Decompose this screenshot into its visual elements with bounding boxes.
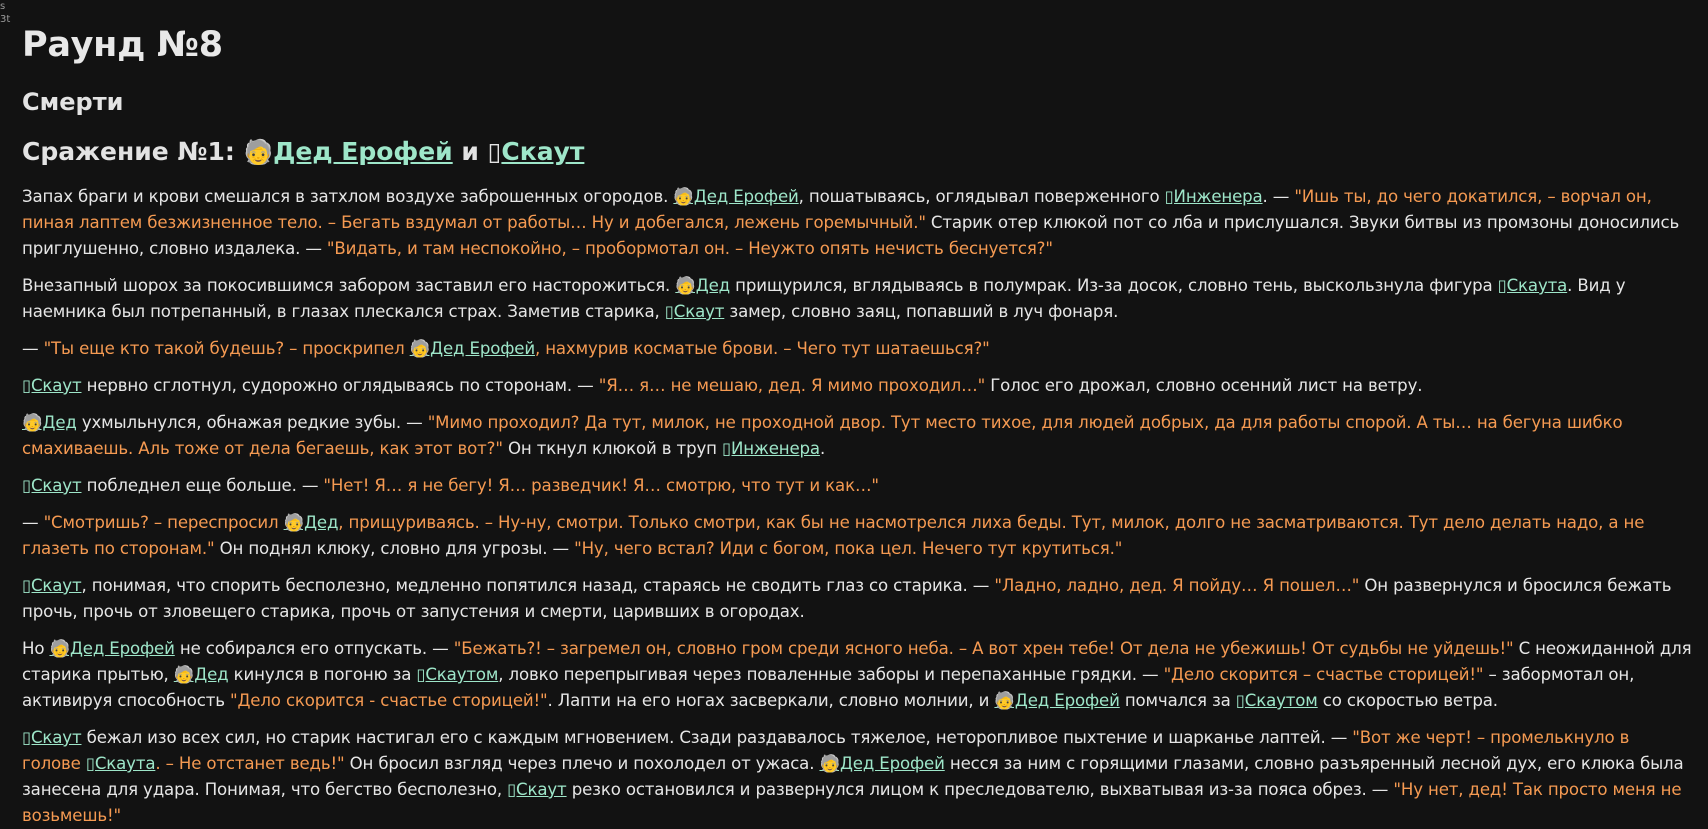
character-link[interactable]: ▯Скаута [1498, 276, 1568, 295]
missing-glyph-icon: ▯ [487, 137, 502, 166]
dialogue-quote: "Дело скорится – счастье сторицей!" [1163, 665, 1484, 684]
narration-text: кинулся в погоню за [228, 665, 417, 684]
character-link[interactable]: 🧓Дед [22, 413, 77, 432]
section-title: Смерти [22, 88, 124, 116]
narration-text: не собирался его отпускать. — [174, 639, 454, 658]
narration-text: со скоростью ветра. [1317, 691, 1498, 710]
corner-line-1: s [0, 1, 6, 12]
dialogue-quote: "Ладно, ладно, дед. Я пойду… Я пошел…" [994, 576, 1360, 595]
character-link[interactable]: ▯Скаут [665, 302, 725, 321]
character-link[interactable]: 🧓Дед [284, 513, 339, 532]
story-paragraph: ▯Скаут бежал изо всех сил, но старик нас… [22, 725, 1692, 829]
narration-text: — [22, 339, 44, 358]
battle-conjunction: и [452, 137, 488, 166]
narration-text: резко остановился и развернулся лицом к … [566, 780, 1394, 799]
story-paragraph: — "Смотришь? – переспросил 🧓Дед, прищури… [22, 510, 1692, 562]
character-link[interactable]: 🧓Дед Ерофей [994, 691, 1119, 710]
narration-text: Внезапный шорох за покосившимся забором … [22, 276, 676, 295]
character-link[interactable]: ▯Скаут [22, 376, 82, 395]
battle-prefix: Сражение №1: [22, 137, 244, 166]
dialogue-quote: "Ну, чего встал? Иди с богом, пока цел. … [574, 539, 1123, 558]
story-content: Раунд №8 Смерти Сражение №1: 🧓Дед Ерофей… [0, 0, 1692, 829]
round-title: Раунд №8 [22, 25, 223, 65]
story-paragraph: — "Ты еще кто такой будешь? – проскрипел… [22, 336, 1692, 362]
narration-text: замер, словно заяц, попавший в луч фонар… [724, 302, 1119, 321]
story-paragraph: Но 🧓Дед Ерофей не собирался его отпускат… [22, 636, 1692, 714]
narration-text: Он бросил взгляд через плечо и похолодел… [344, 754, 820, 773]
narration-text: . [819, 439, 826, 458]
dialogue-quote: "Дело скорится - счастье сторицей!" [230, 691, 548, 710]
dialogue-quote: "Ты еще кто такой будешь? – проскрипел [43, 339, 410, 358]
character-link[interactable]: ▯Скаут [22, 728, 82, 747]
narration-text: Запах браги и крови смешался в затхлом в… [22, 187, 674, 206]
narration-text: ухмыльнулся, обнажая редкие зубы. — [76, 413, 428, 432]
character-link[interactable]: ▯Скаута [86, 754, 156, 773]
story-paragraphs: Запах браги и крови смешался в затхлом в… [22, 184, 1692, 829]
character-link[interactable]: ▯Инженера [722, 439, 820, 458]
narration-text: , пошатываясь, оглядывал поверженного [798, 187, 1165, 206]
battle-title: Сражение №1: 🧓Дед Ерофей и ▯Скаут [22, 134, 1692, 170]
narration-text: — [22, 513, 44, 532]
corner-text: s 3t [0, 0, 10, 26]
narration-text: Он поднял клюку, словно для угрозы. — [214, 539, 575, 558]
narration-text: нервно сглотнул, судорожно оглядываясь п… [81, 376, 599, 395]
story-paragraph: ▯Скаут, понимая, что спорить бесполезно,… [22, 573, 1692, 625]
narration-text: бежал изо всех сил, но старик настигал е… [81, 728, 1353, 747]
story-paragraph: ▯Скаут нервно сглотнул, судорожно огляды… [22, 373, 1692, 399]
story-paragraph: Внезапный шорох за покосившимся забором … [22, 273, 1692, 325]
narration-text: Но [22, 639, 50, 658]
fighter-link-scout[interactable]: Скаут [501, 137, 584, 166]
dialogue-quote: "Бежать?! – загремел он, словно гром сре… [453, 639, 1514, 658]
character-link[interactable]: ▯Скаут [507, 780, 567, 799]
corner-line-2: 3t [0, 14, 11, 25]
narration-text: помчался за [1119, 691, 1236, 710]
character-link[interactable]: 🧓Дед Ерофей [49, 639, 174, 658]
character-link[interactable]: ▯Скаутом [1236, 691, 1318, 710]
narration-text: Он ткнул клюкой в труп [502, 439, 722, 458]
dialogue-quote: , нахмурив косматые брови. – Чего тут ша… [534, 339, 990, 358]
character-link[interactable]: 🧓Дед [174, 665, 229, 684]
dialogue-quote: "Видать, и там неспокойно, – пробормотал… [326, 239, 1053, 258]
narration-text: . — [1262, 187, 1295, 206]
old-man-icon: 🧓 [243, 138, 274, 166]
character-link[interactable]: ▯Инженера [1165, 187, 1263, 206]
narration-text: , ловко перепрыгивая через поваленные за… [498, 665, 1164, 684]
dialogue-quote: "Я… я… не мешаю, дед. Я мимо проходил…" [598, 376, 986, 395]
story-paragraph: ▯Скаут побледнел еще больше. — "Нет! Я… … [22, 473, 1692, 499]
character-link[interactable]: 🧓Дед Ерофей [410, 339, 535, 358]
story-paragraph: Запах браги и крови смешался в затхлом в… [22, 184, 1692, 262]
character-link[interactable]: ▯Скаут [22, 476, 82, 495]
character-link[interactable]: 🧓Дед [675, 276, 730, 295]
narration-text: прищурился, вглядываясь в полумрак. Из-з… [730, 276, 1498, 295]
fighter-link-ded-erofey[interactable]: Дед Ерофей [273, 137, 453, 166]
dialogue-quote: "Смотришь? – переспросил [43, 513, 284, 532]
character-link[interactable]: ▯Скаутом [416, 665, 498, 684]
narration-text: побледнел еще больше. — [81, 476, 324, 495]
dialogue-quote: "Нет! Я… я не бегу! Я… разведчик! Я… смо… [323, 476, 879, 495]
narration-text: . Лапти на его ногах засверкали, словно … [547, 691, 995, 710]
dialogue-quote: . – Не отстанет ведь!" [155, 754, 345, 773]
character-link[interactable]: 🧓Дед Ерофей [819, 754, 944, 773]
character-link[interactable]: ▯Скаут [22, 576, 82, 595]
narration-text: , понимая, что спорить бесполезно, медле… [81, 576, 995, 595]
story-paragraph: 🧓Дед ухмыльнулся, обнажая редкие зубы. —… [22, 410, 1692, 462]
character-link[interactable]: 🧓Дед Ерофей [673, 187, 798, 206]
narration-text: Голос его дрожал, словно осенний лист на… [985, 376, 1423, 395]
